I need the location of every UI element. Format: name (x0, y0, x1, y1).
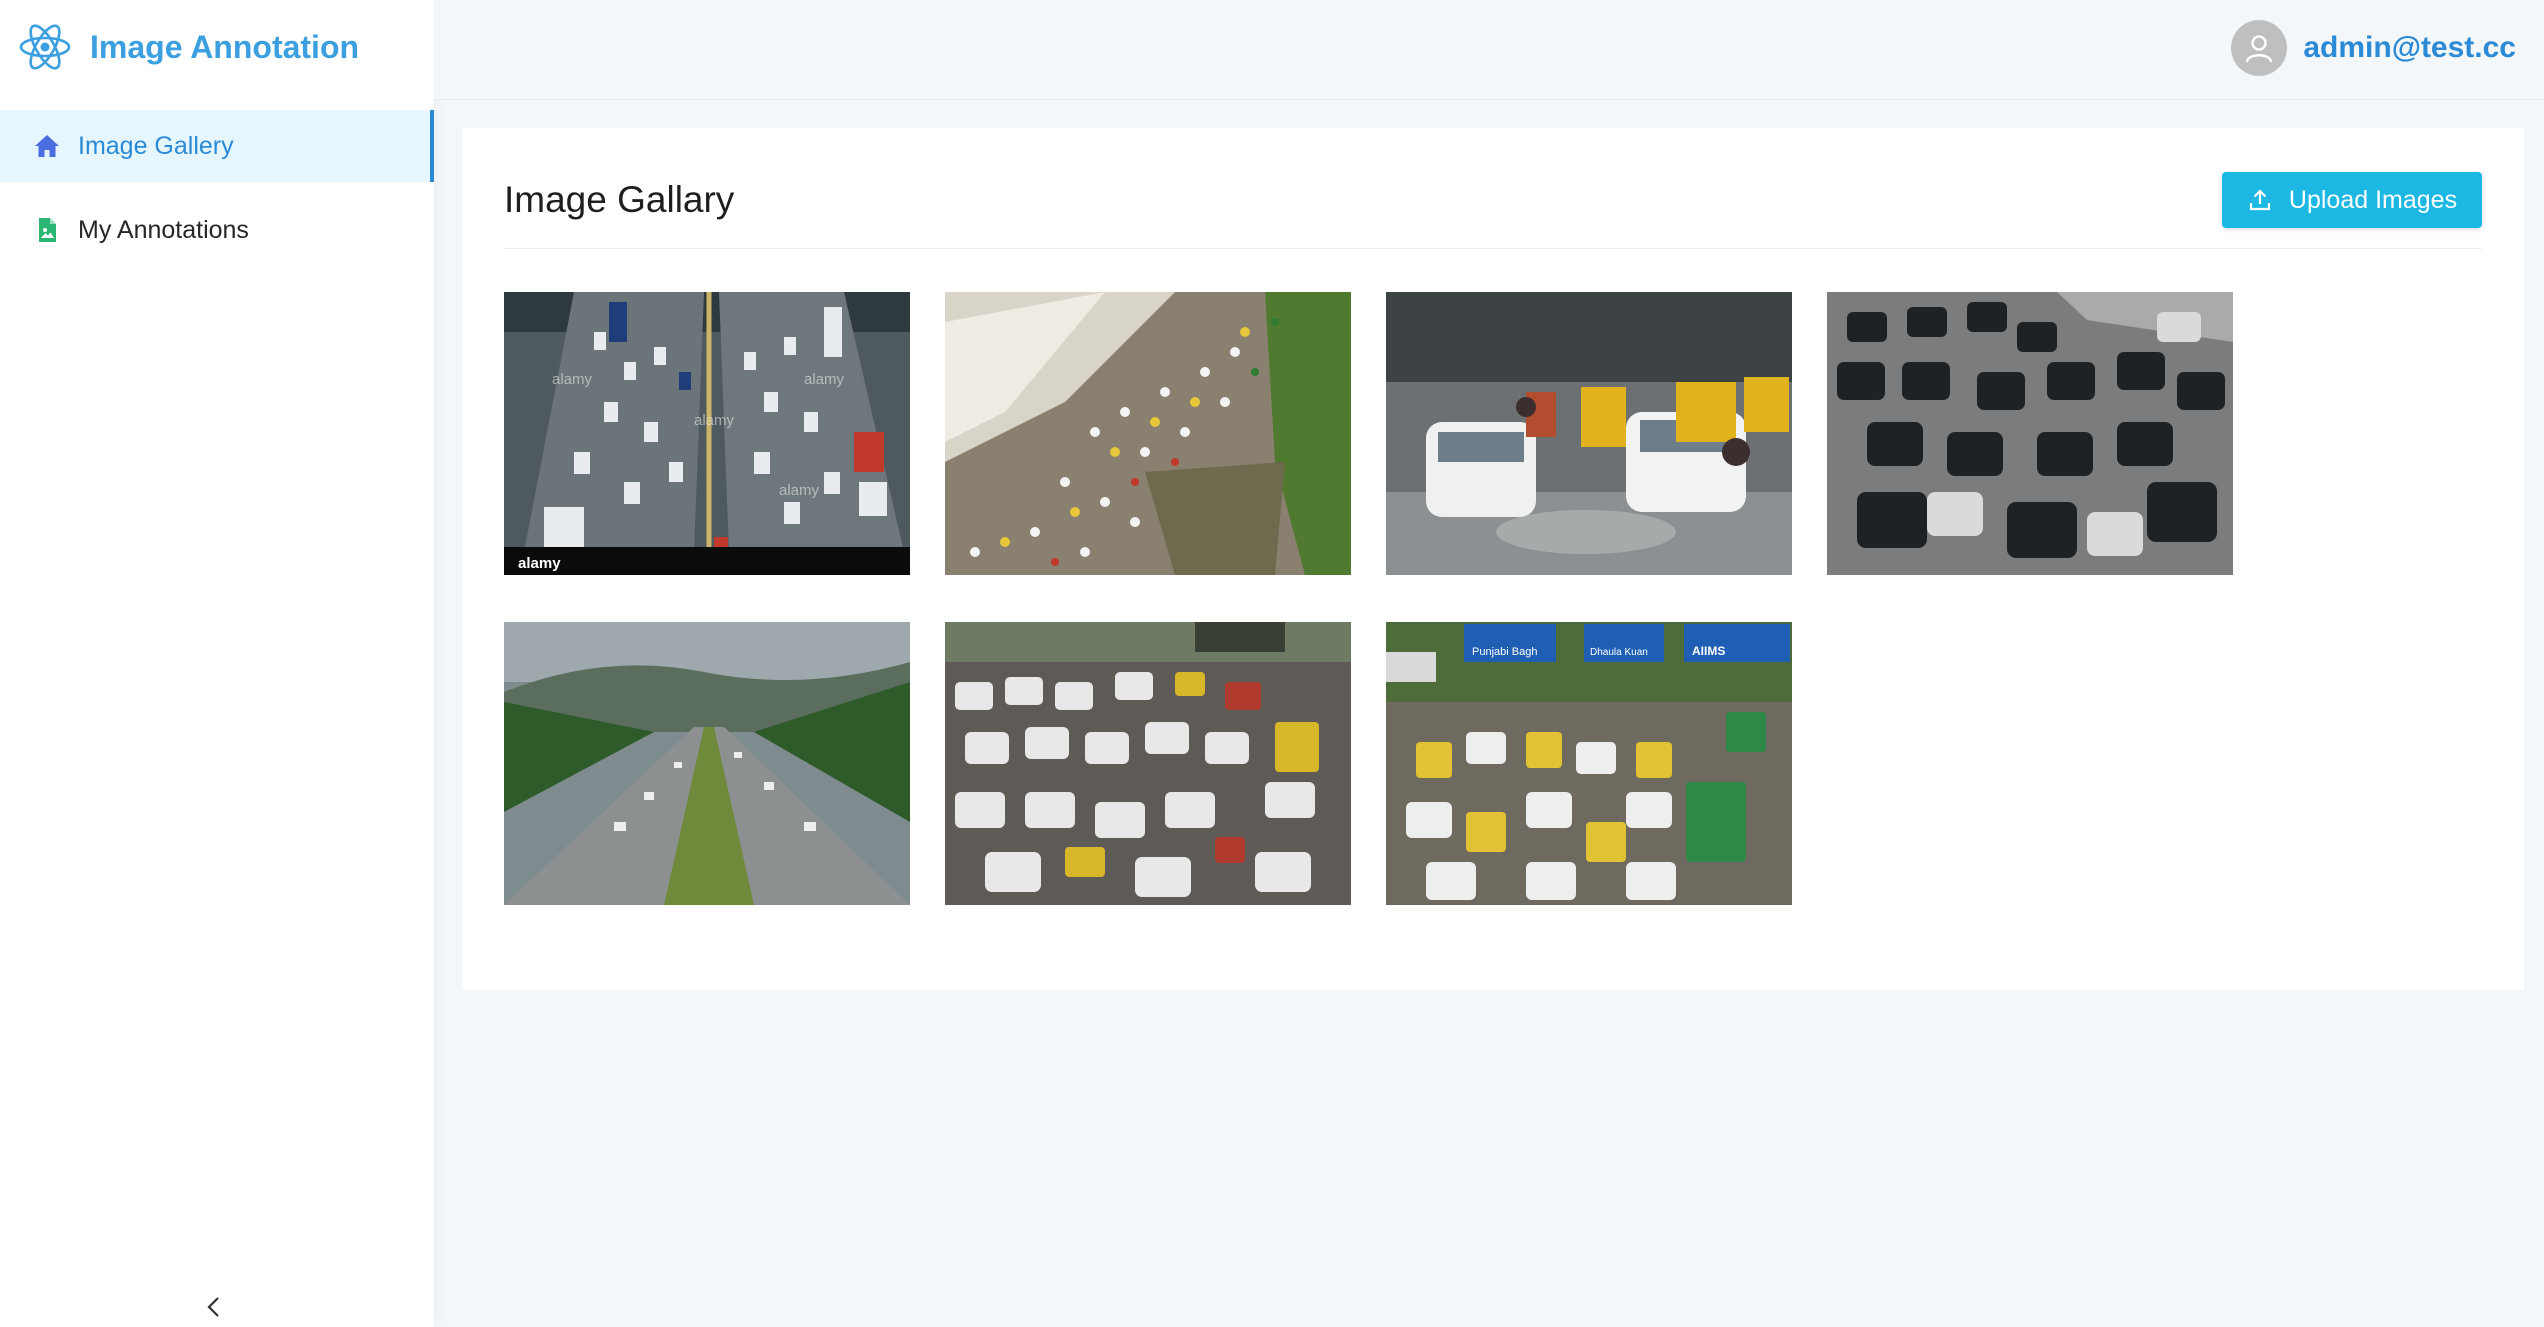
image-gallery-grid: alamy alamy alamy alamy alamy Punjabi Ba… (504, 292, 2482, 905)
watermark-text: alamy (694, 412, 735, 429)
gallery-image-multi-lane-traffic[interactable] (1827, 292, 2233, 575)
upload-images-label: Upload Images (2288, 185, 2458, 214)
upload-icon (2247, 187, 2273, 213)
gallery-image-traffic-sign-boards[interactable]: Punjabi Bagh Dhaula Kuan AIIMS (1386, 622, 1792, 905)
page-title: Image Gallary (504, 179, 735, 220)
chevron-left-icon (204, 1295, 224, 1324)
document-icon (34, 217, 60, 243)
user-icon (2246, 35, 2273, 63)
card-header: Image Gallary Upload Images (504, 172, 2482, 249)
watermark-text: alamy (518, 555, 561, 572)
watermark-text: alamy (804, 371, 845, 388)
sidebar: Image Annotation Image Gallery My Annota… (0, 0, 434, 1327)
top-header: admin@test.cc (434, 0, 2544, 100)
gallery-image-highway-traffic[interactable]: alamy alamy alamy alamy alamy (504, 292, 910, 575)
watermark-text: alamy (779, 482, 820, 499)
avatar[interactable] (2231, 20, 2288, 76)
user-menu[interactable]: admin@test.cc (2231, 20, 2516, 76)
sidebar-item-image-gallery[interactable]: Image Gallery (0, 110, 434, 182)
react-atom-icon (18, 20, 72, 74)
user-email[interactable]: admin@test.cc (2303, 31, 2516, 65)
watermark-text: alamy (552, 371, 593, 388)
gallery-image-roundabout-traffic[interactable] (945, 292, 1351, 575)
gallery-image-green-expressway[interactable] (504, 622, 910, 905)
app-title: Image Annotation (90, 28, 360, 65)
upload-images-button[interactable]: Upload Images (2222, 172, 2482, 228)
sidebar-item-label: Image Gallery (78, 131, 234, 160)
brand[interactable]: Image Annotation (18, 20, 359, 74)
sign-text: Dhaula Kuan (1590, 647, 1648, 658)
home-icon (34, 133, 60, 159)
sidebar-item-my-annotations[interactable]: My Annotations (0, 194, 434, 266)
gallery-image-dense-traffic[interactable] (945, 622, 1351, 905)
gallery-image-rainy-street[interactable] (1386, 292, 1792, 575)
collapse-sidebar-button[interactable] (194, 1294, 234, 1324)
sign-text: AIIMS (1692, 644, 1725, 658)
sidebar-menu: Image Gallery My Annotations (0, 110, 434, 278)
sign-text: Punjabi Bagh (1472, 646, 1537, 658)
sidebar-item-label: My Annotations (78, 215, 249, 244)
gallery-card: Image Gallary Upload Images alamy alamy … (462, 128, 2524, 990)
